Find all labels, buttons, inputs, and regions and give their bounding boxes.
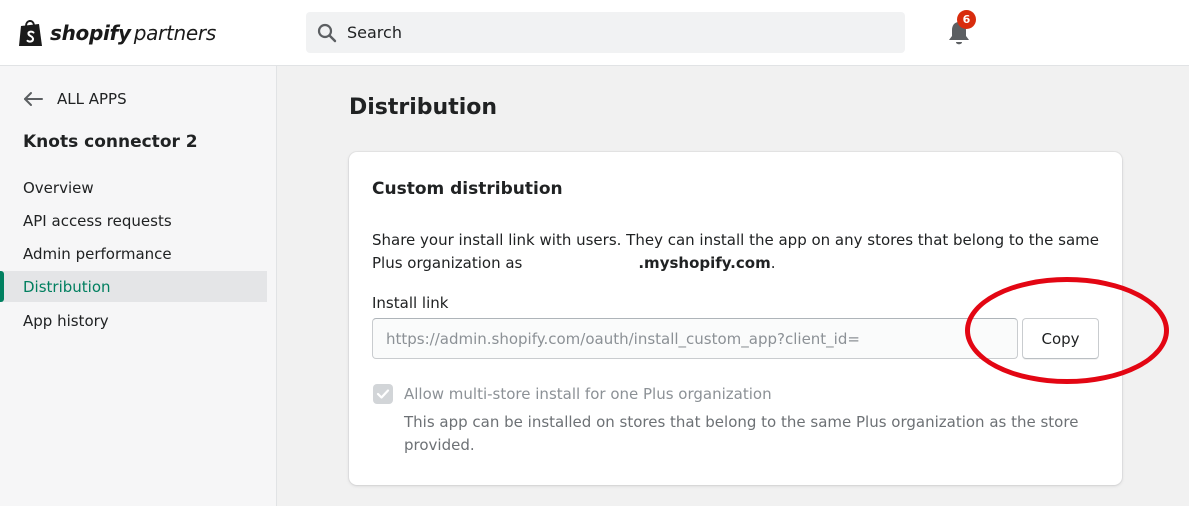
search-placeholder: Search (347, 23, 402, 42)
description-suffix: . (770, 254, 776, 272)
sidebar-item-distribution[interactable]: Distribution (0, 271, 267, 302)
install-link-field[interactable]: https://admin.shopify.com/oauth/install_… (372, 318, 1018, 359)
logo-text-light: partners (133, 21, 217, 45)
sidebar-item-overview[interactable]: Overview (0, 172, 267, 203)
multi-store-checkbox[interactable] (373, 384, 393, 404)
app-name: Knots connector 2 (23, 132, 198, 152)
logo-text-bold: shopify (50, 21, 131, 45)
sidebar: ALL APPS Knots connector 2 Overview API … (0, 66, 277, 506)
custom-distribution-card: Custom distribution Share your install l… (349, 152, 1122, 485)
sidebar-item-api-access-requests[interactable]: API access requests (0, 205, 267, 236)
install-link-label: Install link (372, 294, 449, 312)
arrow-left-icon (23, 91, 57, 107)
shopify-bag-icon (18, 18, 44, 48)
multi-store-help-text: This app can be installed on stores that… (404, 413, 1079, 454)
back-to-all-apps-link[interactable]: ALL APPS (23, 90, 127, 108)
search-icon (317, 23, 337, 43)
search-input[interactable]: Search (306, 12, 905, 53)
sidebar-item-app-history[interactable]: App history (0, 305, 267, 336)
card-title: Custom distribution (372, 179, 563, 199)
bell-icon (946, 22, 972, 51)
notification-count-badge: 6 (957, 10, 976, 29)
shopify-partners-logo[interactable]: shopify partners (18, 16, 216, 50)
copy-button[interactable]: Copy (1022, 318, 1099, 359)
page-title: Distribution (349, 95, 498, 120)
checkmark-icon (376, 385, 390, 404)
multi-store-checkbox-label: Allow multi-store install for one Plus o… (404, 385, 772, 403)
sidebar-item-admin-performance[interactable]: Admin performance (0, 238, 267, 269)
back-label: ALL APPS (57, 90, 127, 108)
card-description: Share your install link with users. They… (372, 229, 1102, 275)
store-domain: .myshopify.com (638, 254, 771, 272)
top-bar: shopify partners Search 6 (0, 0, 1189, 66)
